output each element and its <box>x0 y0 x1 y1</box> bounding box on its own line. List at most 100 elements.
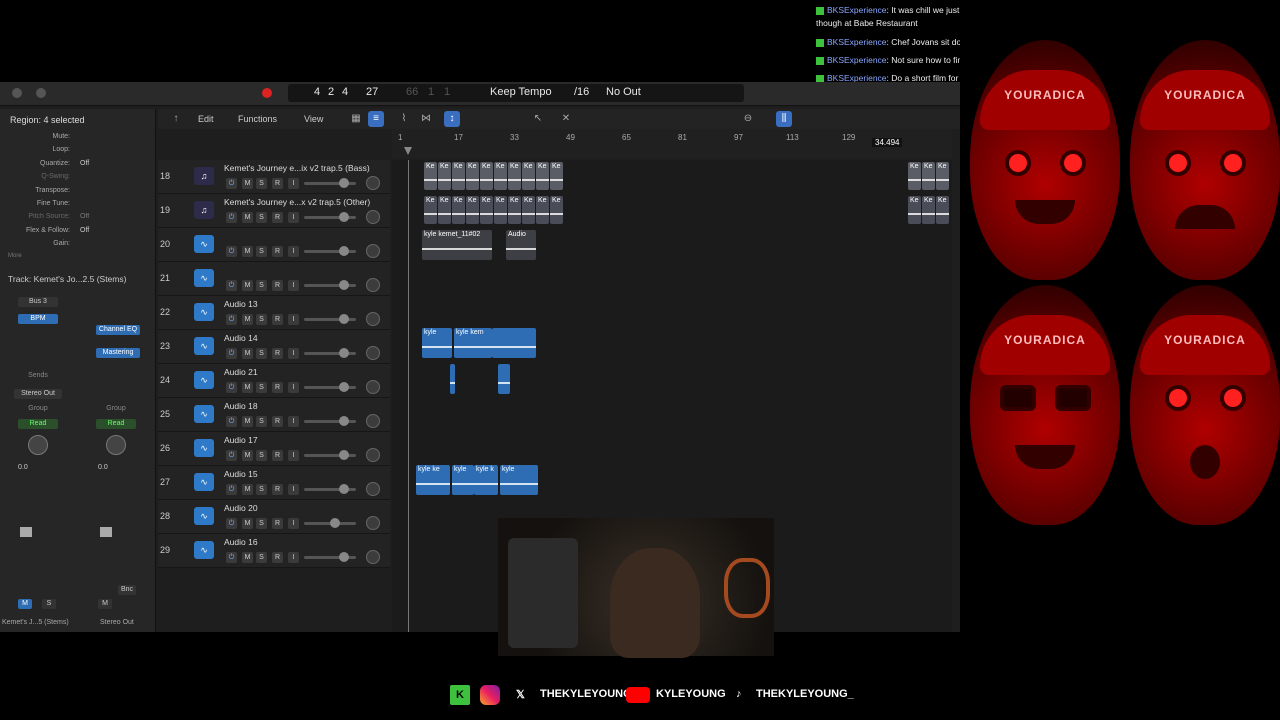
waveform-icon[interactable]: ∿ <box>194 405 214 423</box>
waveform-icon[interactable]: ∿ <box>194 303 214 321</box>
audio-region[interactable]: kyle kemet_11#02 <box>422 230 492 260</box>
audio-region[interactable]: Ke <box>922 196 935 224</box>
power-button[interactable]: ⏻ <box>226 280 237 291</box>
volume-slider-knob[interactable] <box>339 382 349 392</box>
record-arm-button[interactable]: R <box>272 518 283 529</box>
solo-button[interactable]: S <box>256 246 267 257</box>
audio-region[interactable]: kyle kem <box>454 328 492 358</box>
flex-icon[interactable]: ⋈ <box>418 111 434 127</box>
audio-region[interactable]: Ke <box>550 162 563 190</box>
waveform-icon[interactable]: ∿ <box>194 439 214 457</box>
mute-button[interactable]: M <box>242 246 253 257</box>
solo-button[interactable]: S <box>256 212 267 223</box>
track-header[interactable]: 26 ∿ Audio 17 ⏻ M S R I <box>158 432 390 466</box>
audio-region[interactable]: Audio <box>506 230 536 260</box>
grid-view-icon[interactable]: ▦ <box>348 111 364 127</box>
track-name[interactable]: Audio 21 <box>224 367 258 377</box>
mute-button[interactable]: M <box>242 280 253 291</box>
instrument-icon[interactable]: ♫ <box>194 201 214 219</box>
bus-slot[interactable]: Bus 3 <box>18 297 58 307</box>
solo-button[interactable]: S <box>42 599 56 609</box>
record-arm-button[interactable]: R <box>272 552 283 563</box>
audio-region[interactable]: Ke <box>508 196 521 224</box>
track-name[interactable]: Audio 20 <box>224 503 258 513</box>
audio-region[interactable]: Ke <box>438 196 451 224</box>
output-slot[interactable]: Stereo Out <box>14 389 62 399</box>
track-name[interactable]: Kemet's Journey e...x v2 trap.5 (Other) <box>224 197 370 207</box>
power-button[interactable]: ⏻ <box>226 484 237 495</box>
inspector-row[interactable]: Transpose: <box>0 187 150 199</box>
waveform-icon[interactable]: ∿ <box>194 235 214 253</box>
mute-button[interactable]: M <box>242 348 253 359</box>
automation-icon[interactable]: ⌇ <box>396 111 412 127</box>
pan-knob[interactable] <box>366 448 380 462</box>
waveform-zoom-icon[interactable]: ⫼ <box>776 111 792 127</box>
track-header[interactable]: 19 ♫ Kemet's Journey e...x v2 trap.5 (Othe… <box>158 194 390 228</box>
solo-button[interactable]: S <box>256 348 267 359</box>
audio-region[interactable]: Ke <box>536 162 549 190</box>
mute-button[interactable]: M <box>98 599 112 609</box>
track-header[interactable]: 27 ∿ Audio 15 ⏻ M S R I <box>158 466 390 500</box>
audio-region[interactable]: kyle ke <box>416 465 450 495</box>
input-monitor-button[interactable]: I <box>288 280 299 291</box>
solo-button[interactable]: S <box>256 382 267 393</box>
record-arm-button[interactable]: R <box>272 280 283 291</box>
volume-slider-knob[interactable] <box>339 314 349 324</box>
solo-button[interactable]: S <box>256 416 267 427</box>
audio-region[interactable]: Ke <box>936 196 949 224</box>
pan-knob[interactable] <box>366 516 380 530</box>
audio-region[interactable]: Ke <box>466 196 479 224</box>
power-button[interactable]: ⏻ <box>226 178 237 189</box>
record-arm-button[interactable]: R <box>272 348 283 359</box>
input-monitor-button[interactable]: I <box>288 552 299 563</box>
audio-region[interactable]: Ke <box>494 162 507 190</box>
audio-region[interactable]: kyle k <box>474 465 498 495</box>
audio-region[interactable]: kyle <box>422 328 452 358</box>
pan-knob[interactable] <box>366 414 380 428</box>
bar-ruler[interactable]: 1 17 33 49 65 81 97 113 129 34.494 <box>392 129 952 159</box>
input-monitor-button[interactable]: I <box>288 416 299 427</box>
plugin-slot[interactable]: Mastering <box>96 348 140 358</box>
list-view-icon[interactable]: ≡ <box>368 111 384 127</box>
audio-region[interactable]: kyle <box>452 465 474 495</box>
volume-slider-knob[interactable] <box>339 552 349 562</box>
input-monitor-button[interactable]: I <box>288 246 299 257</box>
inspector-row[interactable]: Q-Swing: <box>0 173 150 185</box>
waveform-icon[interactable]: ∿ <box>194 507 214 525</box>
volume-fader[interactable] <box>100 527 112 537</box>
inspector-row[interactable]: Mute: <box>0 133 150 145</box>
audio-region[interactable]: Ke <box>466 162 479 190</box>
window-button-icon[interactable] <box>12 88 22 98</box>
mute-button[interactable]: M <box>242 416 253 427</box>
track-name[interactable]: Kemet's Journey e...ix v2 trap.5 (Bass) <box>224 163 370 173</box>
mute-button[interactable]: M <box>242 178 253 189</box>
automation-mode[interactable]: Read <box>18 419 58 429</box>
waveform-icon[interactable]: ∿ <box>194 269 214 287</box>
pan-knob[interactable] <box>366 312 380 326</box>
solo-button[interactable]: S <box>256 484 267 495</box>
solo-button[interactable]: S <box>256 314 267 325</box>
playhead-line[interactable] <box>408 160 409 632</box>
bounce-button[interactable]: Bnc <box>118 585 136 595</box>
volume-slider-knob[interactable] <box>339 484 349 494</box>
volume-slider-knob[interactable] <box>339 246 349 256</box>
solo-button[interactable]: S <box>256 178 267 189</box>
audio-region[interactable]: Ke <box>908 196 921 224</box>
track-name[interactable]: Audio 13 <box>224 299 258 309</box>
inspector-row[interactable]: Loop: <box>0 146 150 158</box>
mute-button[interactable]: M <box>242 518 253 529</box>
record-arm-button[interactable]: R <box>272 484 283 495</box>
input-monitor-button[interactable]: I <box>288 484 299 495</box>
audio-region[interactable]: Ke <box>480 162 493 190</box>
waveform-icon[interactable]: ∿ <box>194 337 214 355</box>
audio-region[interactable]: Ke <box>438 162 451 190</box>
plugin-slot[interactable]: BPM <box>18 314 58 324</box>
mute-button[interactable]: M <box>242 314 253 325</box>
track-header[interactable]: 29 ∿ Audio 16 ⏻ M S R I <box>158 534 390 568</box>
view-menu[interactable]: View <box>304 111 323 127</box>
record-icon[interactable] <box>262 88 272 98</box>
waveform-icon[interactable]: ∿ <box>194 541 214 559</box>
volume-slider-knob[interactable] <box>339 280 349 290</box>
group-slot[interactable]: Group <box>96 404 136 414</box>
solo-button[interactable]: S <box>256 552 267 563</box>
